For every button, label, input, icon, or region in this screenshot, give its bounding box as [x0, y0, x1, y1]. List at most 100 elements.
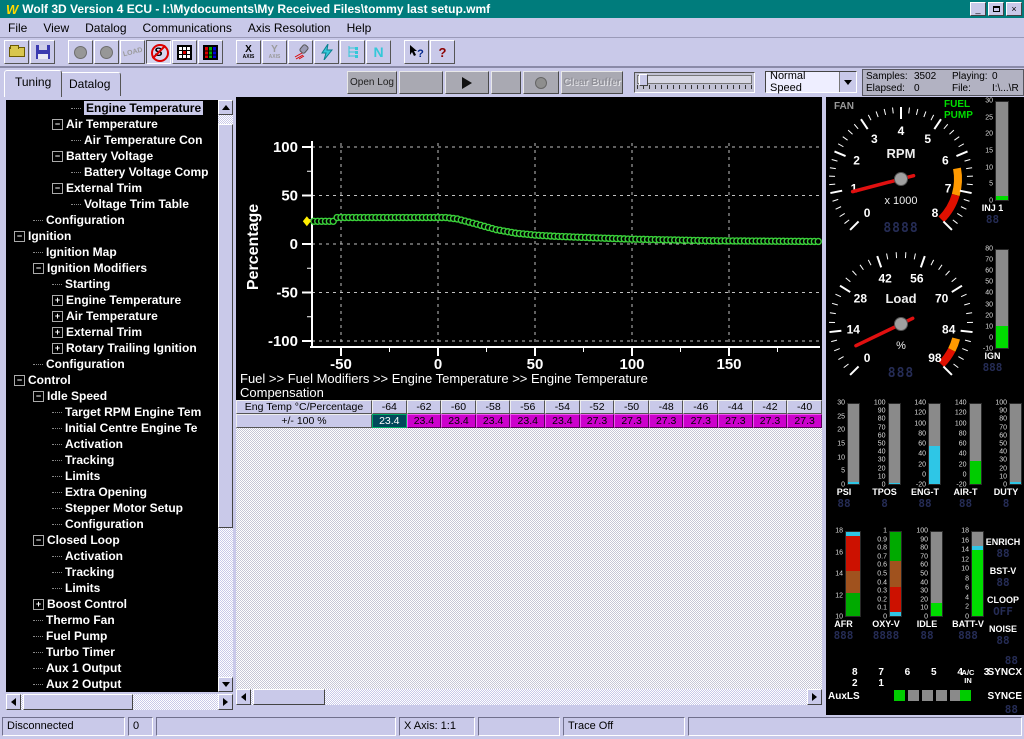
- scroll-down-button[interactable]: [218, 677, 233, 692]
- value-cell[interactable]: 23.4: [476, 414, 511, 428]
- tree-item-ignition-map[interactable]: Ignition Map: [6, 244, 218, 260]
- tab-datalog[interactable]: Datalog: [58, 72, 121, 96]
- menu-communications[interactable]: Communications: [135, 19, 240, 37]
- tree-item-extra-opening[interactable]: Extra Opening: [6, 484, 218, 500]
- load-button[interactable]: LOAD: [120, 40, 145, 64]
- value-cell[interactable]: 27.3: [580, 414, 615, 428]
- record-button-1[interactable]: [68, 40, 93, 64]
- temp-header-cell[interactable]: -50: [614, 400, 649, 414]
- slider-thumb[interactable]: [639, 74, 648, 86]
- value-cell[interactable]: 23.4: [545, 414, 580, 428]
- temp-header-cell[interactable]: -44: [718, 400, 753, 414]
- tree-item-aux-1-output[interactable]: Aux 1 Output: [6, 660, 218, 676]
- menu-file[interactable]: File: [0, 19, 35, 37]
- tree-item-configuration[interactable]: Configuration: [6, 356, 218, 372]
- tree-item-tracking[interactable]: Tracking: [6, 564, 218, 580]
- scroll-left-button[interactable]: [6, 694, 21, 710]
- tree-item-activation[interactable]: Activation: [6, 436, 218, 452]
- value-cell[interactable]: 23.4: [407, 414, 442, 428]
- temp-header-cell[interactable]: -52: [580, 400, 615, 414]
- scroll-right-button[interactable]: [218, 694, 233, 710]
- temp-header-cell[interactable]: -48: [649, 400, 684, 414]
- clear-buffer-button[interactable]: Clear Buffer: [561, 71, 623, 94]
- pause-button[interactable]: [491, 71, 521, 94]
- tree-item-air-temperature[interactable]: −Air Temperature: [6, 116, 218, 132]
- value-cell[interactable]: 27.3: [649, 414, 684, 428]
- tree-item-limits[interactable]: Limits: [6, 468, 218, 484]
- tree-item-control[interactable]: −Control: [6, 372, 218, 388]
- notes-button[interactable]: N: [366, 40, 391, 64]
- temp-header-cell[interactable]: -62: [407, 400, 442, 414]
- tree-item-limits[interactable]: Limits: [6, 580, 218, 596]
- expand-icon[interactable]: +: [52, 311, 63, 322]
- temp-header-cell[interactable]: -60: [441, 400, 476, 414]
- collapse-icon[interactable]: −: [14, 231, 25, 242]
- tree-horizontal-scrollbar[interactable]: [6, 694, 233, 710]
- scroll-right-button[interactable]: [807, 689, 822, 705]
- temp-header-cell[interactable]: -56: [510, 400, 545, 414]
- record-button-2[interactable]: [94, 40, 119, 64]
- grid-view-button[interactable]: [172, 40, 197, 64]
- menu-axis-resolution[interactable]: Axis Resolution: [240, 19, 339, 37]
- tree-item-aux-2-output[interactable]: Aux 2 Output: [6, 676, 218, 692]
- compensation-chart[interactable]: 100500-50-100-50050100150Percentage: [236, 97, 822, 375]
- tree-item-configuration[interactable]: Configuration: [6, 212, 218, 228]
- tree-item-initial-centre-engine-te[interactable]: Initial Centre Engine Te: [6, 420, 218, 436]
- tree-item-rotary-trailing-ignition[interactable]: +Rotary Trailing Ignition: [6, 340, 218, 356]
- minimize-button[interactable]: _: [970, 2, 986, 16]
- tree-item-closed-loop[interactable]: −Closed Loop: [6, 532, 218, 548]
- value-cell[interactable]: 27.3: [753, 414, 788, 428]
- save-file-button[interactable]: [30, 40, 55, 64]
- temp-header-cell[interactable]: -58: [476, 400, 511, 414]
- temp-header-cell[interactable]: -46: [683, 400, 718, 414]
- value-cell[interactable]: 27.3: [683, 414, 718, 428]
- playback-speed-select[interactable]: Normal Speed: [765, 71, 857, 93]
- speed-dropdown-button[interactable]: [839, 72, 856, 92]
- parameter-list-button[interactable]: [340, 40, 365, 64]
- tree-item-battery-voltage-comp[interactable]: Battery Voltage Comp: [6, 164, 218, 180]
- tab-tuning[interactable]: Tuning: [4, 70, 62, 97]
- tree-item-idle-speed[interactable]: −Idle Speed: [6, 388, 218, 404]
- y-axis-button[interactable]: YAXIS: [262, 40, 287, 64]
- color-grid-button[interactable]: [198, 40, 223, 64]
- open-log-button[interactable]: Open Log: [347, 71, 397, 94]
- value-cell[interactable]: 23.4: [510, 414, 545, 428]
- comms-disabled-button[interactable]: S: [146, 40, 171, 64]
- tree-item-tracking[interactable]: Tracking: [6, 452, 218, 468]
- tree-item-thermo-fan[interactable]: Thermo Fan: [6, 612, 218, 628]
- tree-item-boost-control[interactable]: +Boost Control: [6, 596, 218, 612]
- collapse-icon[interactable]: −: [14, 375, 25, 386]
- collapse-icon[interactable]: −: [33, 391, 44, 402]
- tree-item-activation[interactable]: Activation: [6, 548, 218, 564]
- expand-icon[interactable]: +: [33, 599, 44, 610]
- play-button[interactable]: [445, 71, 489, 94]
- tree-item-ignition-modifiers[interactable]: −Ignition Modifiers: [6, 260, 218, 276]
- menu-view[interactable]: View: [35, 19, 77, 37]
- tree-item-configuration[interactable]: Configuration: [6, 516, 218, 532]
- tree-item-starting[interactable]: Starting: [6, 276, 218, 292]
- scroll-left-button[interactable]: [236, 689, 251, 705]
- tree-item-ignition[interactable]: −Ignition: [6, 228, 218, 244]
- scroll-up-button[interactable]: [218, 100, 233, 115]
- tree-item-external-trim[interactable]: +External Trim: [6, 324, 218, 340]
- expand-icon[interactable]: +: [52, 327, 63, 338]
- trace-pen-button[interactable]: [288, 40, 313, 64]
- close-button[interactable]: ×: [1006, 2, 1022, 16]
- tree-item-air-temperature-con[interactable]: Air Temperature Con: [6, 132, 218, 148]
- collapse-icon[interactable]: −: [52, 151, 63, 162]
- x-axis-button[interactable]: XAXIS: [236, 40, 261, 64]
- tree-vertical-scrollbar[interactable]: [218, 100, 233, 692]
- collapse-icon[interactable]: −: [33, 263, 44, 274]
- expand-icon[interactable]: +: [52, 295, 63, 306]
- expand-icon[interactable]: +: [52, 343, 63, 354]
- tree-item-external-trim[interactable]: −External Trim: [6, 180, 218, 196]
- chart-horizontal-scrollbar[interactable]: [236, 689, 822, 705]
- collapse-icon[interactable]: −: [33, 535, 44, 546]
- temp-header-cell[interactable]: -54: [545, 400, 580, 414]
- tree-item-turbo-timer[interactable]: Turbo Timer: [6, 644, 218, 660]
- temp-header-cell[interactable]: -40: [787, 400, 822, 414]
- tree-scroll-thumb[interactable]: [218, 124, 233, 528]
- help-button[interactable]: ?: [430, 40, 455, 64]
- maximize-button[interactable]: [988, 2, 1004, 16]
- record-button[interactable]: [523, 71, 559, 94]
